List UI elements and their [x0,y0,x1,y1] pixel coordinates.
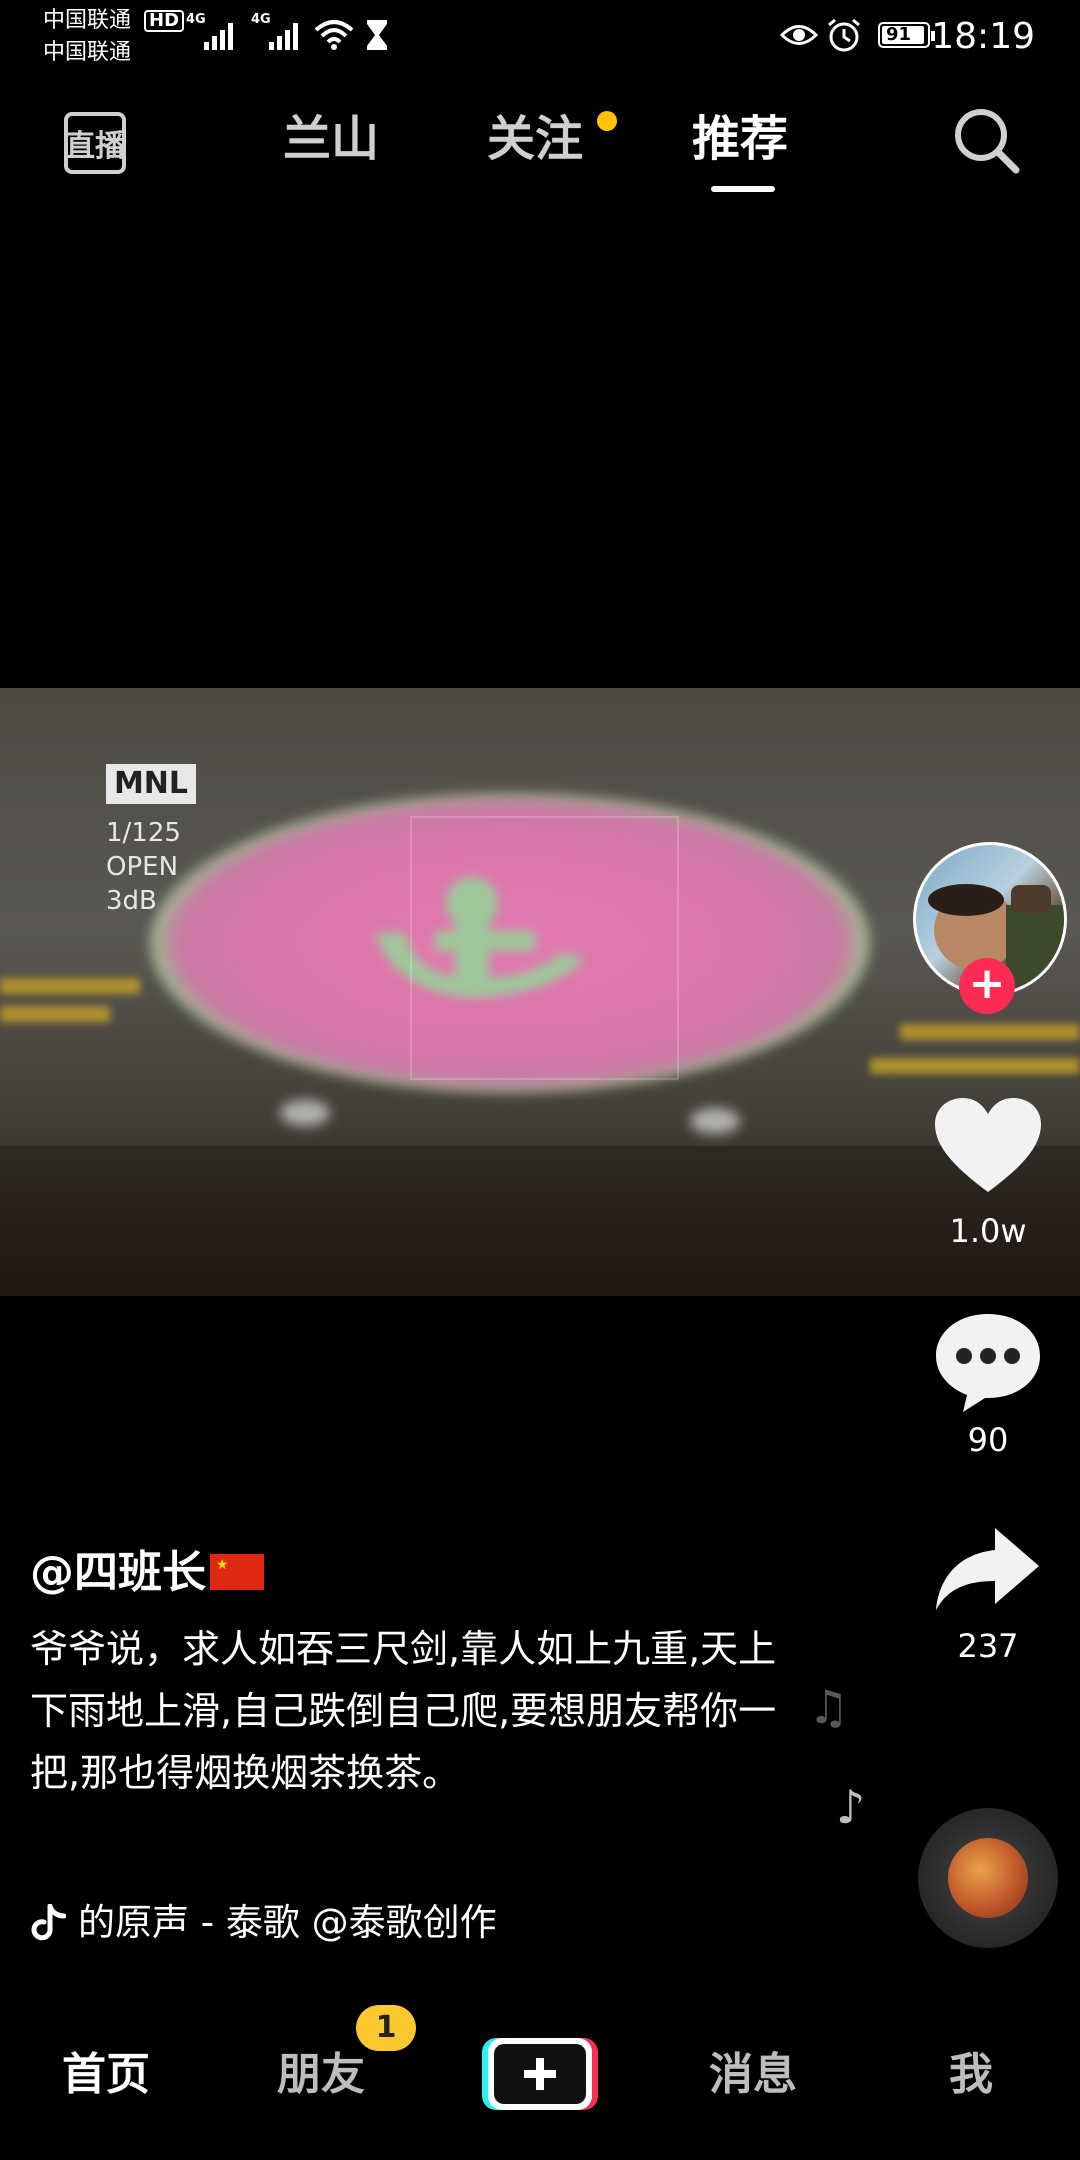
battery-icon: 91 [878,22,935,48]
create-button[interactable] [482,2036,598,2112]
tab-messages[interactable]: 消息 [709,2040,797,2110]
comment-icon[interactable] [933,1310,1043,1414]
shutter-value: 1/125 [106,818,181,848]
stage-light [870,1058,1080,1074]
wifi-icon [314,20,354,50]
author-name: @四班长 [30,1547,206,1598]
aperture-value: OPEN [106,852,179,882]
music-disc-cover [948,1838,1028,1918]
hourglass-icon [367,20,387,50]
active-tab-indicator [711,186,775,192]
like-heart-icon[interactable] [933,1096,1043,1196]
app-screen: 中国联通 中国联通 HD 4G 4G 91 18:19 直播 兰山 关注 推荐 … [0,0,1080,2160]
live-icon[interactable]: 直播 [62,100,128,178]
clock: 18:19 [931,16,1035,57]
network-type-1: 4G [186,12,206,27]
stage-light [0,1006,110,1022]
camera-settings: 1/125 OPEN 3dB [106,816,181,918]
spotlight [690,1108,740,1134]
tab-following[interactable]: 关注 [487,104,583,174]
china-flag-icon: ★ [210,1554,264,1590]
author-handle[interactable]: @四班长 ★ [30,1545,264,1601]
share-count: 237 [957,1627,1019,1665]
floating-note-icon: ♫ [808,1680,850,1734]
tab-friends[interactable]: 朋友 [277,2040,365,2110]
like-count: 1.0w [949,1212,1027,1250]
tab-home[interactable]: 首页 [62,2040,150,2110]
share-icon[interactable] [933,1526,1043,1616]
following-new-dot [597,111,617,131]
carrier-2: 中国联通 [43,40,132,65]
music-note-icon [31,1904,66,1941]
camera-mode: MNL [106,764,196,804]
friends-badge: 1 [356,2005,416,2051]
focus-frame [410,816,679,1080]
spotlight [280,1100,330,1126]
eye-icon [780,25,818,45]
network-type-2: 4G [251,12,271,27]
comment-count: 90 [967,1421,1009,1459]
stage-floor [0,1146,1080,1296]
hd-badge: HD [144,10,185,32]
follow-button[interactable]: + [959,958,1015,1014]
battery-level: 91 [886,24,912,45]
search-icon[interactable] [950,104,1022,176]
live-label: 直播 [65,129,126,164]
video-player[interactable]: MNL 1/125 OPEN 3dB [0,688,1080,1296]
status-bar: 中国联通 中国联通 HD 4G 4G 91 18:19 [0,0,1080,75]
tab-lanshan[interactable]: 兰山 [283,104,379,174]
tab-recommend[interactable]: 推荐 [692,104,788,174]
gain-value: 3dB [106,886,157,916]
carrier-1: 中国联通 [43,8,132,33]
alarm-icon [828,18,860,52]
post-description[interactable]: 爷爷说，求人如吞三尺剑,靠人如上九重,天上下雨地上滑,自己跌倒自己爬,要想朋友帮… [30,1618,790,1804]
floating-note-icon: ♪ [836,1780,866,1834]
tab-me[interactable]: 我 [949,2040,993,2110]
music-marquee[interactable]: 的原声 - 泰歌 @泰歌创作 [78,1898,568,1948]
stage-light [900,1024,1080,1040]
stage-light [0,978,140,994]
